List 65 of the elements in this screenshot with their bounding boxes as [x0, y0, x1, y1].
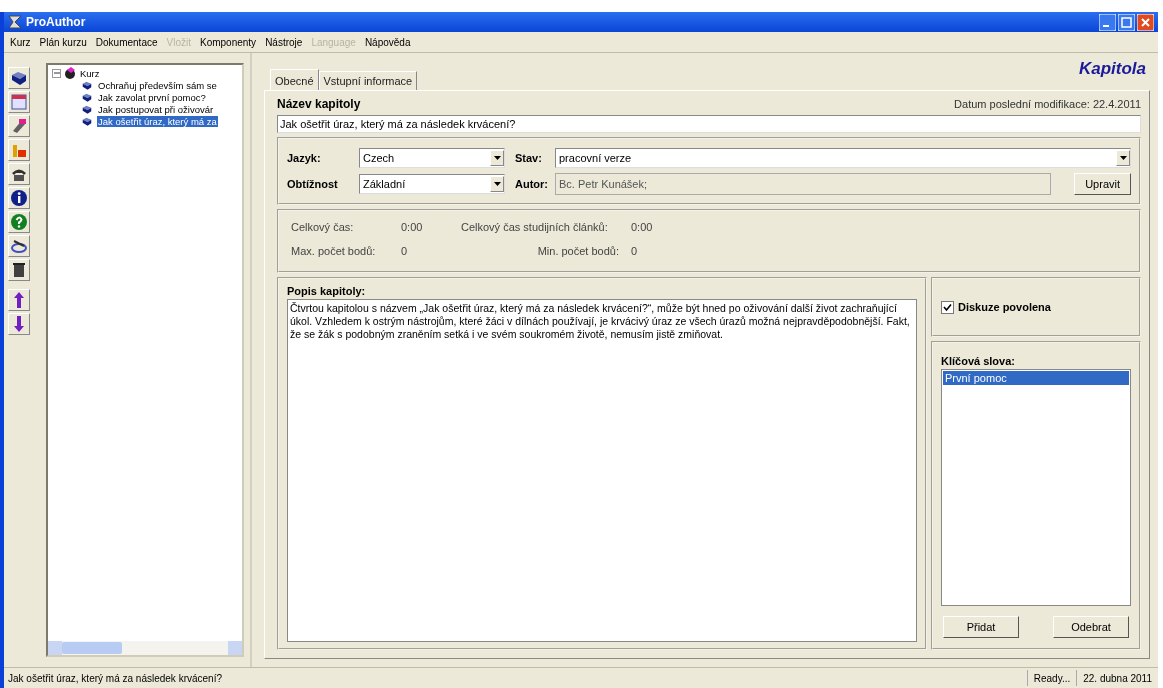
field-label: Název kapitoly — [277, 97, 361, 111]
field-label: Jazyk: — [287, 152, 322, 164]
menu-item[interactable]: Dokumentace — [95, 36, 158, 48]
field-label: Obtížnost — [287, 178, 339, 190]
modified-date: 22.4.2011 — [1092, 98, 1141, 110]
tab[interactable]: Vstupní informace — [318, 71, 418, 90]
status-date: 22. dubna 2011 — [1076, 670, 1158, 686]
toolbar-button[interactable] — [8, 115, 30, 137]
tree-item[interactable]: Kurz — [79, 67, 101, 79]
caret-icon — [1119, 156, 1127, 160]
field-label: Stav: — [514, 152, 543, 164]
tab[interactable]: Obecné — [270, 69, 319, 90]
tree-item[interactable]: Ochraňuj především sám se — [97, 79, 218, 91]
list-item[interactable]: První pomoc — [943, 371, 1129, 385]
status-message: Jak ošetřit úraz, který má za následek krvácení? — [7, 672, 223, 684]
dropdown[interactable]: Základní — [359, 174, 505, 194]
toolbar-button[interactable] — [8, 187, 30, 209]
tree-item[interactable]: Jak ošetřit úraz, který má za — [97, 115, 218, 127]
add-button[interactable]: Přidat — [943, 616, 1019, 638]
text-area[interactable]: Čtvrtou kapitolou s názvem „Jak ošetřit úraz, který má za následek krvácení?“, může být hned po oživování další život zachraňující úkol. Vzhledem k ostrým nástrojům, které žáci v dílnách používají, je krvácivý úraz ze všech úrazů možná nejpravděpodobnější. Fakt, že se žák s podobným zraněním setká i ve svém soukromém životě, nemusím jistě zmiňovat. — [287, 299, 917, 642]
stat-label: Celkový čas: — [291, 221, 355, 233]
app-icon — [8, 15, 22, 29]
stat-value: 0:00 — [631, 221, 654, 233]
edit-button[interactable]: Upravit — [1074, 173, 1131, 195]
input-field[interactable]: Jak ošetřit úraz, který má za následek krvácení? — [277, 115, 1141, 133]
menu-item[interactable]: Plán kurzu — [39, 36, 87, 48]
toolbar-button[interactable] — [8, 289, 30, 311]
toolbar-button[interactable] — [8, 259, 30, 281]
collapse-icon[interactable] — [52, 68, 61, 78]
dropdown[interactable]: Czech — [359, 148, 505, 168]
window-title: ProAuthor — [26, 15, 86, 29]
tree-item[interactable]: Jak zavolat první pomoc? — [97, 91, 207, 103]
modified-label: Datum poslední modifikace: — [954, 98, 1090, 110]
form-icon — [10, 93, 28, 111]
paint-icon — [10, 117, 28, 135]
stat-value: 0 — [631, 245, 639, 257]
checkbox-label: Diskuze povolena — [958, 301, 1051, 313]
bin-icon — [10, 261, 28, 279]
field-label: Popis kapitoly: — [287, 285, 367, 297]
stat-label: Celkový čas studijních článků: — [461, 221, 609, 233]
remove-button[interactable]: Odebrat — [1053, 616, 1129, 638]
checkbox[interactable] — [941, 300, 954, 314]
stat-label: Max. počet bodů: — [291, 245, 377, 257]
dropdown[interactable]: pracovní verze — [555, 148, 1131, 168]
toolbar-button[interactable] — [8, 313, 30, 335]
caret-icon — [493, 156, 501, 160]
stat-value: 0 — [401, 245, 409, 257]
field-label: Klíčová slova: — [941, 355, 1016, 367]
tree-item[interactable]: Jak postupovat při oživovár — [97, 103, 215, 115]
field-label: Autor: — [514, 178, 549, 190]
menu-item[interactable]: Nástroje — [265, 36, 303, 48]
maximize-button[interactable] — [1118, 13, 1135, 31]
stat-label: Min. počet bodů: — [536, 245, 620, 257]
stat-value: 0:00 — [401, 221, 424, 233]
section-title: Kapitola — [1078, 59, 1146, 79]
menu-item[interactable]: Kurz — [10, 36, 31, 48]
menu-item[interactable]: Komponenty — [199, 36, 257, 48]
status-text: Ready... — [1026, 670, 1077, 686]
caret-icon — [493, 182, 501, 186]
help-icon — [10, 213, 28, 231]
close-button[interactable] — [1137, 13, 1154, 31]
scrollbar[interactable] — [48, 641, 242, 655]
info-icon — [10, 189, 28, 207]
minimize-button[interactable] — [1099, 13, 1116, 31]
menu-item[interactable]: Nápověda — [364, 36, 411, 48]
